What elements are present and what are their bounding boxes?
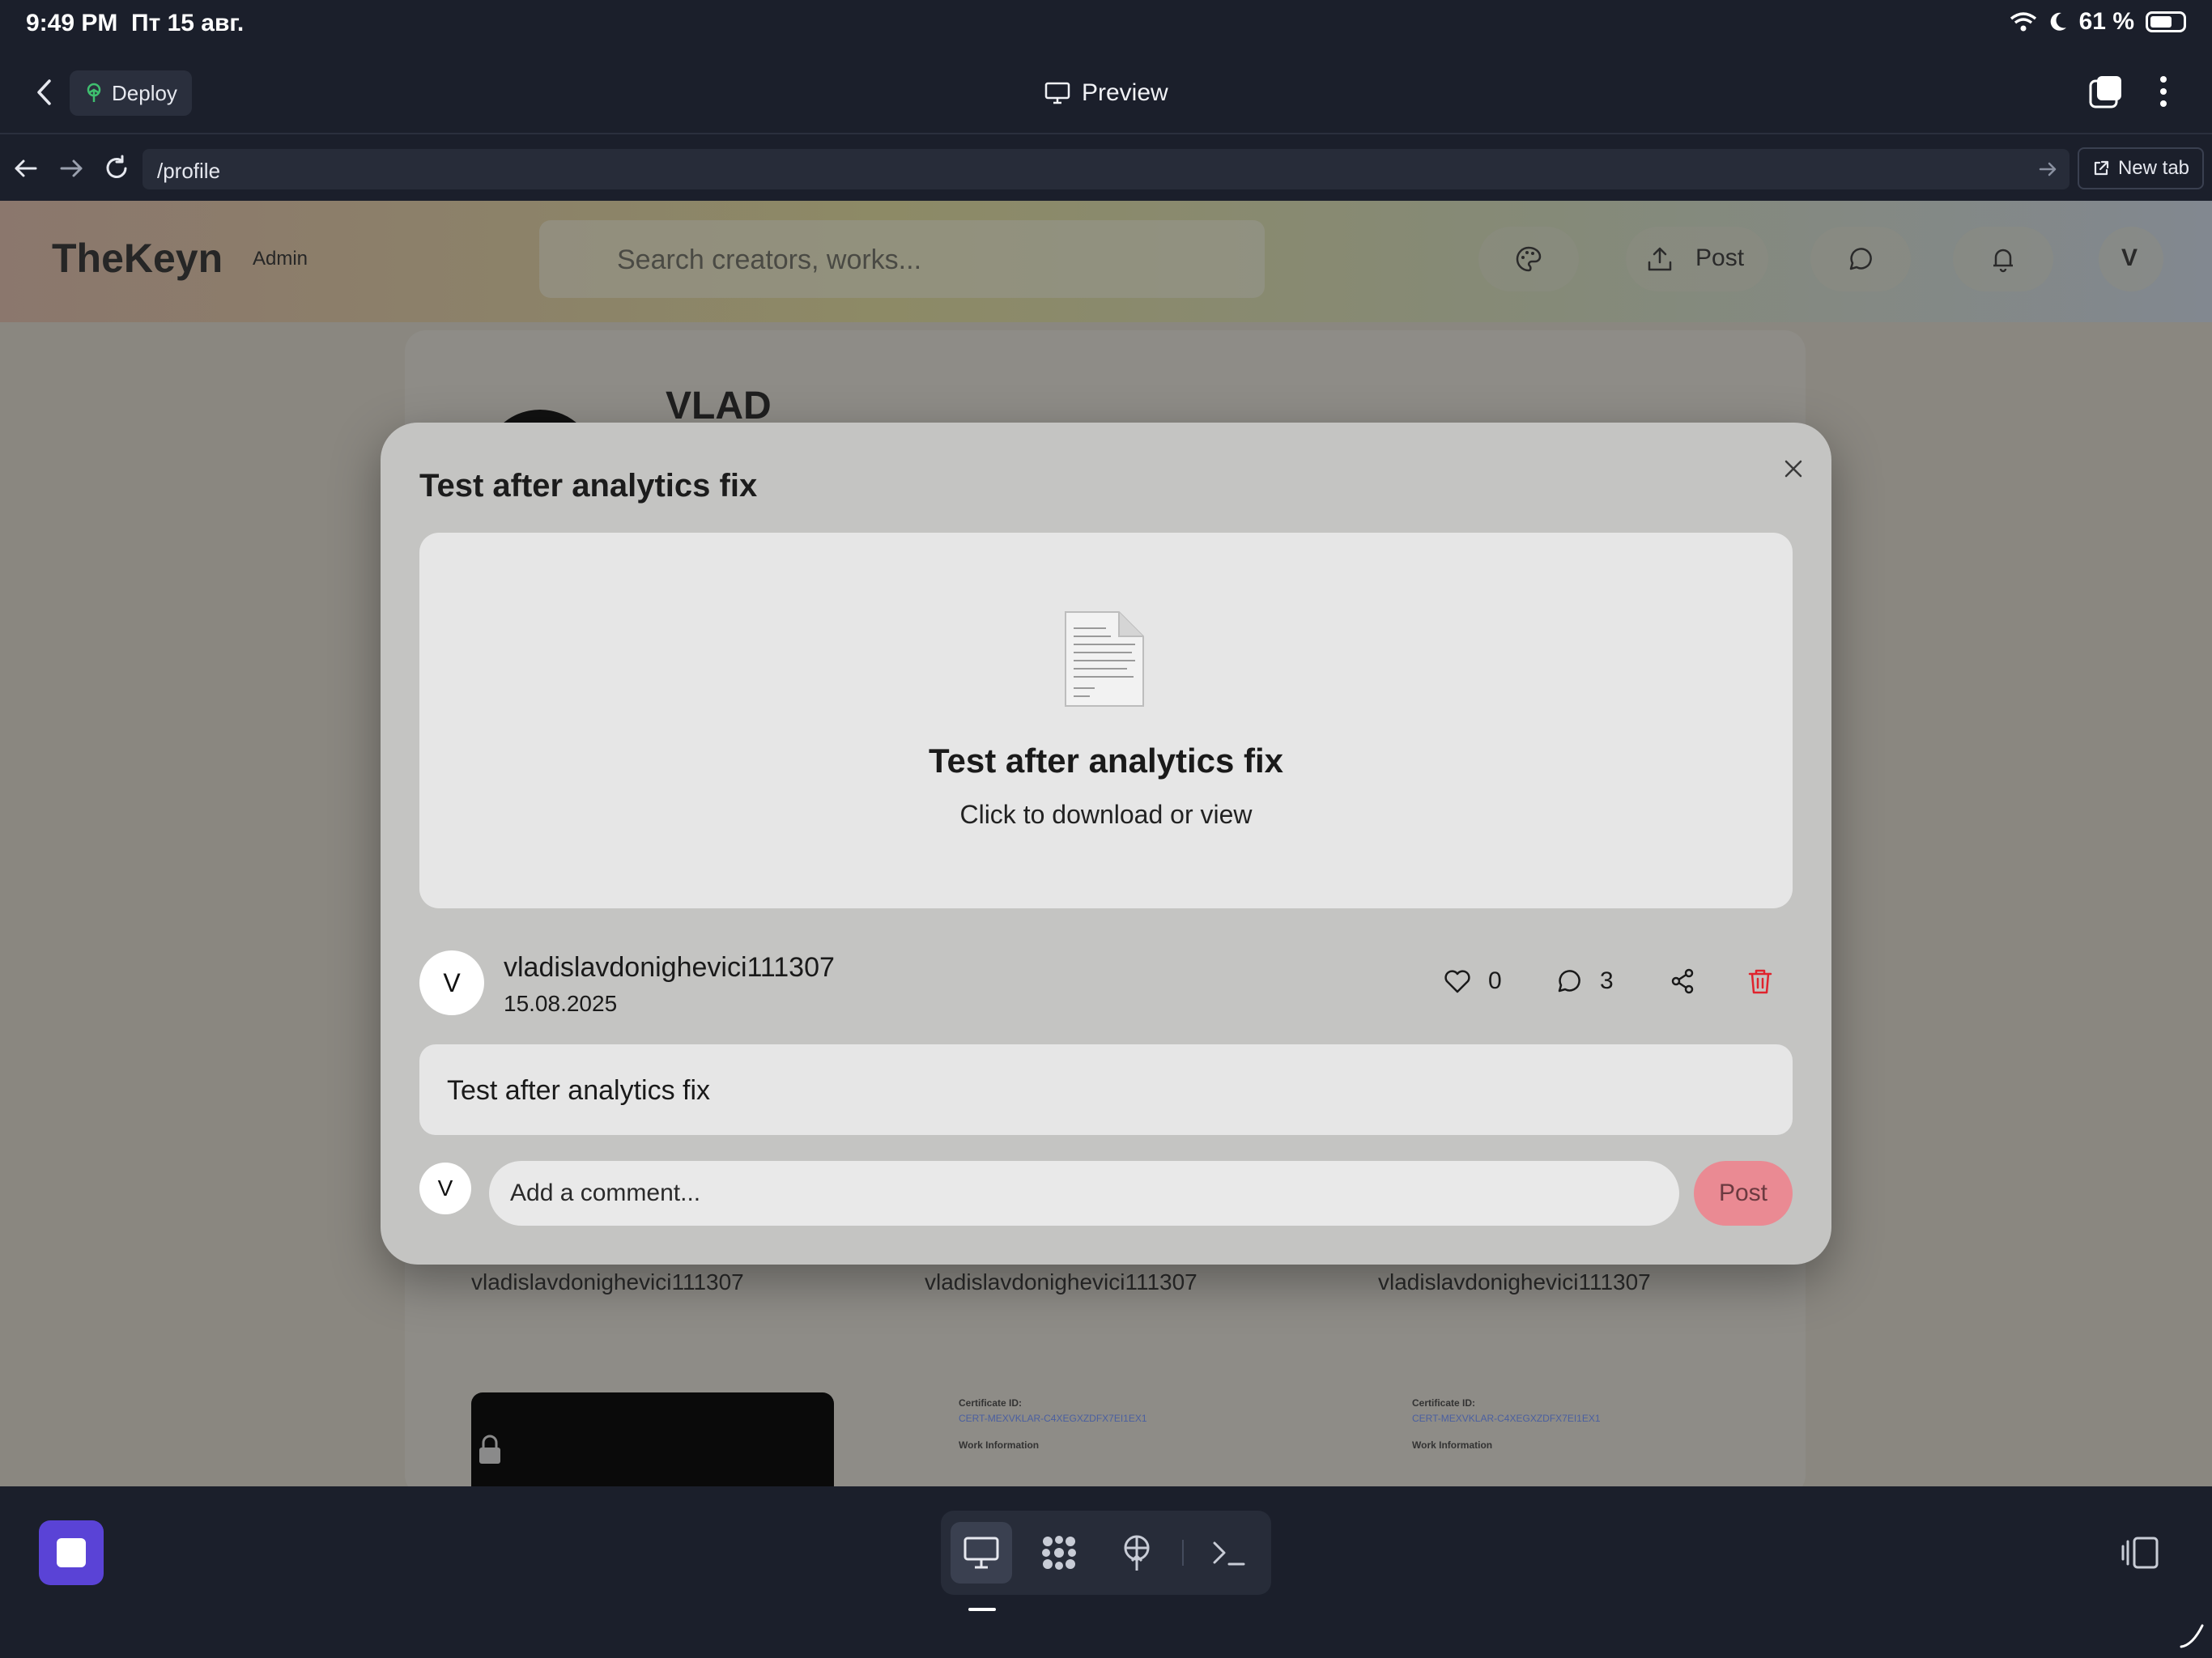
wifi-icon	[2010, 12, 2036, 32]
new-tab-button[interactable]: New tab	[2078, 147, 2204, 189]
doc-line: CERT-MEXVKLAR-C4XEGXZDFX7EI1EX1	[959, 1413, 1147, 1425]
status-date: Пт 15 авг.	[131, 10, 245, 36]
upload-icon	[1648, 247, 1672, 271]
battery-percent: 61 %	[2078, 8, 2134, 35]
bell-icon	[1993, 249, 2013, 273]
user-avatar-initial: V	[2121, 244, 2138, 271]
arrow-left-icon[interactable]	[11, 154, 40, 183]
modal-title: Test after analytics fix	[419, 468, 758, 504]
reload-icon[interactable]	[102, 154, 131, 183]
like-button[interactable]: 0	[1443, 967, 1502, 996]
post-date: 15.08.2025	[504, 991, 618, 1016]
description-box: Test after analytics fix	[419, 1044, 1793, 1135]
close-icon[interactable]	[1780, 455, 1807, 483]
status-bar: 9:49 PM Пт 15 авг. 61 %	[0, 0, 2212, 52]
grid-author-name: vladislavdonighevici111307	[471, 1269, 744, 1295]
messages-chip	[1810, 227, 1911, 291]
active-tool-indicator	[968, 1608, 996, 1611]
admin-badge: Admin	[253, 248, 308, 270]
author-avatar[interactable]: V	[419, 950, 484, 1015]
delete-button[interactable]	[1746, 967, 1775, 996]
share-button[interactable]	[1668, 967, 1697, 996]
page-header: TheKeyn Admin Search creators, works... …	[0, 201, 2212, 322]
deploy-icon	[1124, 1535, 1150, 1571]
preview-label: Preview	[1082, 79, 1168, 106]
grid-author-name: vladislavdonighevici111307	[925, 1269, 1197, 1295]
brand-logo: TheKeyn	[52, 236, 223, 281]
share-icon	[1671, 968, 1694, 994]
browser-url-bar: /profile New tab	[0, 136, 2212, 201]
tabs-icon[interactable]	[2087, 73, 2125, 110]
deploy-button[interactable]: Deploy	[70, 70, 192, 116]
palette-chip	[1478, 227, 1579, 291]
monitor-icon	[1044, 82, 1070, 104]
work-thumbnail-doc: Certificate ID: CERT-MEXVKLAR-C4XEGXZDFX…	[959, 1396, 1147, 1454]
preview-title: Preview	[1044, 79, 1168, 107]
notifications-chip	[1953, 227, 2053, 291]
author-name[interactable]: vladislavdonighevici111307	[504, 952, 835, 984]
grid-tool-button[interactable]	[1028, 1522, 1090, 1584]
deploy-icon	[87, 83, 101, 102]
stop-app-button[interactable]	[39, 1520, 104, 1585]
doc-line: Work Information	[1412, 1439, 1493, 1452]
deploy-tool-button[interactable]	[1106, 1522, 1168, 1584]
bottom-dock	[0, 1486, 2212, 1658]
url-text: /profile	[157, 159, 221, 183]
chat-bubble-icon	[1849, 248, 1872, 270]
go-arrow-icon[interactable]	[2037, 159, 2058, 180]
doc-line: Work Information	[959, 1439, 1040, 1452]
status-time: 9:49 PM	[26, 10, 118, 36]
file-title: Test after analytics fix	[928, 742, 1284, 780]
url-field[interactable]: /profile	[143, 149, 2069, 189]
heart-icon	[1444, 970, 1470, 993]
lock-icon	[479, 1435, 500, 1464]
battery-icon	[2146, 11, 2186, 32]
arrow-right-icon[interactable]	[57, 154, 86, 183]
doc-line: Certificate ID:	[959, 1397, 1023, 1409]
corner-handle-icon	[2180, 1624, 2204, 1648]
work-detail-modal: Test after analytics fix Test after anal…	[381, 423, 1831, 1265]
file-subtitle: Click to download or view	[959, 800, 1253, 829]
doc-line: CERT-MEXVKLAR-C4XEGXZDFX7EI1EX1	[1412, 1413, 1601, 1425]
user-avatar-chip: V	[2099, 227, 2163, 291]
moon-icon	[2050, 12, 2066, 31]
comment-input[interactable]	[489, 1161, 1679, 1226]
status-right: 61 %	[2010, 8, 2186, 36]
post-chip: Post	[1626, 227, 1768, 291]
doc-line: Certificate ID:	[1412, 1397, 1476, 1409]
description-text: Test after analytics fix	[447, 1075, 711, 1106]
trash-icon	[1748, 969, 1772, 994]
deploy-label: Deploy	[112, 80, 177, 105]
terminal-tool-button[interactable]	[1198, 1522, 1260, 1584]
sidebar-toggle-icon[interactable]	[2120, 1535, 2160, 1571]
post-chip-label: Post	[1695, 244, 1745, 271]
external-link-icon	[2094, 160, 2109, 176]
dock-toolbar	[941, 1511, 1271, 1595]
dots-grid-icon	[1042, 1536, 1076, 1570]
page-search-placeholder: Search creators, works...	[617, 244, 922, 275]
terminal-icon	[1213, 1541, 1245, 1566]
document-icon	[1065, 611, 1144, 707]
file-preview-card[interactable]: Test after analytics fix Click to downlo…	[419, 533, 1793, 908]
app-top-bar: Deploy Preview	[0, 52, 2212, 134]
comments-button[interactable]: 3	[1555, 967, 1614, 996]
back-chevron-icon[interactable]	[29, 76, 62, 108]
toolbar-separator	[1182, 1540, 1184, 1566]
comment-count: 3	[1600, 967, 1614, 994]
palette-icon	[1516, 246, 1542, 272]
grid-author-name: vladislavdonighevici111307	[1378, 1269, 1651, 1295]
current-user-avatar: V	[419, 1163, 471, 1214]
comment-icon	[1558, 970, 1580, 993]
work-thumbnail-dark	[471, 1392, 834, 1486]
like-count: 0	[1488, 967, 1502, 994]
profile-name: VLAD	[666, 385, 772, 427]
monitor-icon	[963, 1537, 999, 1569]
page-search-input: Search creators, works...	[539, 220, 1265, 298]
post-comment-button[interactable]: Post	[1694, 1161, 1793, 1226]
more-vertical-icon[interactable]	[2149, 73, 2178, 110]
work-thumbnail-doc: Certificate ID: CERT-MEXVKLAR-C4XEGXZDFX…	[1412, 1396, 1601, 1454]
preview-tool-button[interactable]	[951, 1522, 1012, 1584]
new-tab-label: New tab	[2117, 157, 2190, 179]
